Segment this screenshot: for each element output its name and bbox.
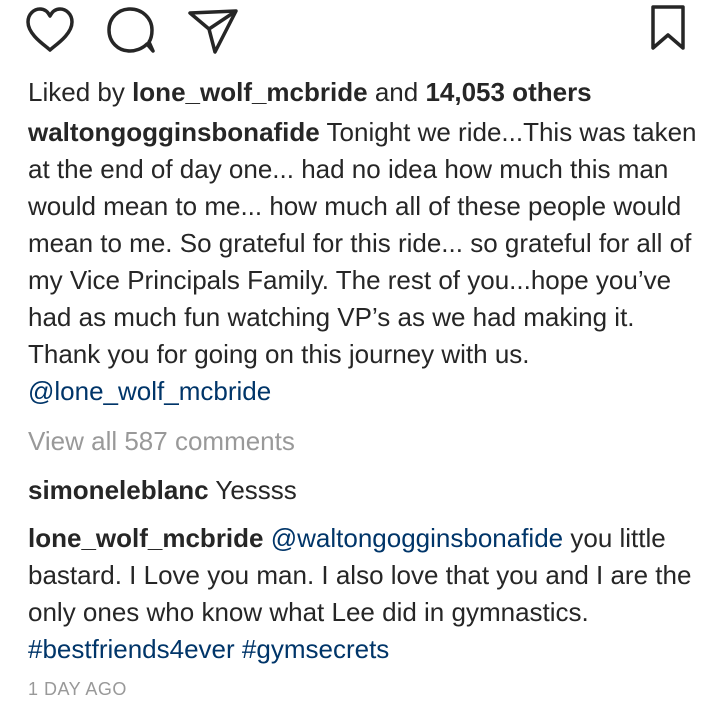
comment-item: lone_wolf_mcbride @waltongogginsbonafide…: [28, 520, 700, 668]
likes-conjunction: and: [374, 77, 419, 107]
post-timestamp: 1 DAY AGO: [28, 679, 127, 699]
paper-plane-icon[interactable]: [186, 6, 242, 56]
comment-username[interactable]: simoneleblanc: [28, 475, 209, 505]
likes-prefix: Liked by: [28, 77, 125, 107]
comment-mention[interactable]: @waltongogginsbonafide: [271, 523, 563, 553]
view-all-comments-link[interactable]: View all 587 comments: [28, 423, 295, 459]
likes-count-link[interactable]: 14,053 others: [425, 77, 591, 107]
comment-hashtag[interactable]: #gymsecrets: [242, 634, 389, 664]
likes-user-link[interactable]: lone_wolf_mcbride: [132, 77, 368, 107]
likes-summary: Liked by lone_wolf_mcbride and 14,053 ot…: [28, 74, 708, 110]
comment-item: simoneleblanc Yessss: [28, 472, 700, 509]
caption-mention[interactable]: @lone_wolf_mcbride: [28, 376, 271, 406]
action-bar: [0, 0, 720, 72]
post-footer: Liked by lone_wolf_mcbride and 14,053 ot…: [0, 0, 720, 708]
post-caption: waltongogginsbonafide Tonight we ride...…: [28, 114, 700, 410]
comment-icon[interactable]: [106, 6, 158, 54]
comment-text: Yessss: [215, 475, 297, 505]
comment-hashtag[interactable]: #bestfriends4ever: [28, 634, 235, 664]
heart-icon[interactable]: [24, 6, 76, 54]
comment-username[interactable]: lone_wolf_mcbride: [28, 523, 264, 553]
caption-username[interactable]: waltongogginsbonafide: [28, 117, 320, 147]
bookmark-icon[interactable]: [646, 4, 690, 52]
caption-text: Tonight we ride...This was taken at the …: [28, 117, 697, 369]
